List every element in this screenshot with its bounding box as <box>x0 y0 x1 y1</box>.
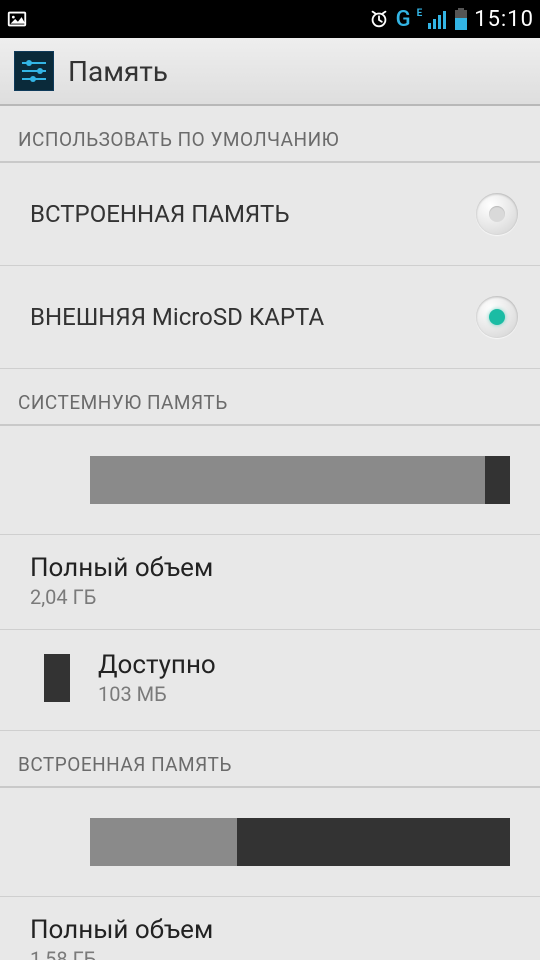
bar-segment-used <box>90 456 485 504</box>
available-label: Доступно <box>98 650 216 680</box>
option-label: ВНЕШНЯЯ MicroSD КАРТА <box>30 303 324 331</box>
internal-memory-bar-row <box>0 788 540 897</box>
settings-sliders-icon <box>14 51 54 91</box>
alarm-icon <box>368 8 390 30</box>
title-bar: Память <box>0 38 540 106</box>
section-header-system-memory: СИСТЕМНУЮ ПАМЯТЬ <box>0 369 540 426</box>
detail-value: 1,58 ГБ <box>30 947 510 960</box>
option-label: ВСТРОЕННАЯ ПАМЯТЬ <box>30 200 290 228</box>
radio-external-sd[interactable] <box>476 296 518 338</box>
option-internal-storage[interactable]: ВСТРОЕННАЯ ПАМЯТЬ <box>0 163 540 266</box>
network-subtype-icon: E <box>417 8 423 19</box>
detail-value: 2,04 ГБ <box>30 585 510 609</box>
content-area: ИСПОЛЬЗОВАТЬ ПО УМОЛЧАНИЮ ВСТРОЕННАЯ ПАМ… <box>0 106 540 960</box>
option-external-sd[interactable]: ВНЕШНЯЯ MicroSD КАРТА <box>0 266 540 369</box>
available-value: 103 МБ <box>98 682 216 706</box>
system-memory-available[interactable]: Доступно 103 МБ <box>0 630 540 731</box>
bar-segment-free <box>485 456 510 504</box>
network-type-icon: G <box>396 7 411 32</box>
bar-segment-used <box>90 818 237 866</box>
bar-segment-free <box>237 818 510 866</box>
radio-internal-storage[interactable] <box>476 193 518 235</box>
system-memory-bar <box>90 456 510 504</box>
internal-memory-bar <box>90 818 510 866</box>
available-swatch-icon <box>44 654 70 702</box>
section-header-default-storage: ИСПОЛЬЗОВАТЬ ПО УМОЛЧАНИЮ <box>0 106 540 163</box>
internal-memory-total[interactable]: Полный объем 1,58 ГБ <box>0 897 540 960</box>
battery-icon <box>454 8 468 30</box>
status-bar: G E 15:10 <box>0 0 540 38</box>
section-header-internal-memory: ВСТРОЕННАЯ ПАМЯТЬ <box>0 731 540 788</box>
image-notification-icon <box>6 8 28 30</box>
detail-title: Полный объем <box>30 553 510 583</box>
detail-title: Полный объем <box>30 915 510 945</box>
status-clock: 15:10 <box>474 7 534 32</box>
system-memory-total[interactable]: Полный объем 2,04 ГБ <box>0 535 540 630</box>
system-memory-bar-row <box>0 426 540 535</box>
signal-icon <box>428 9 448 29</box>
page-title: Память <box>68 55 168 88</box>
